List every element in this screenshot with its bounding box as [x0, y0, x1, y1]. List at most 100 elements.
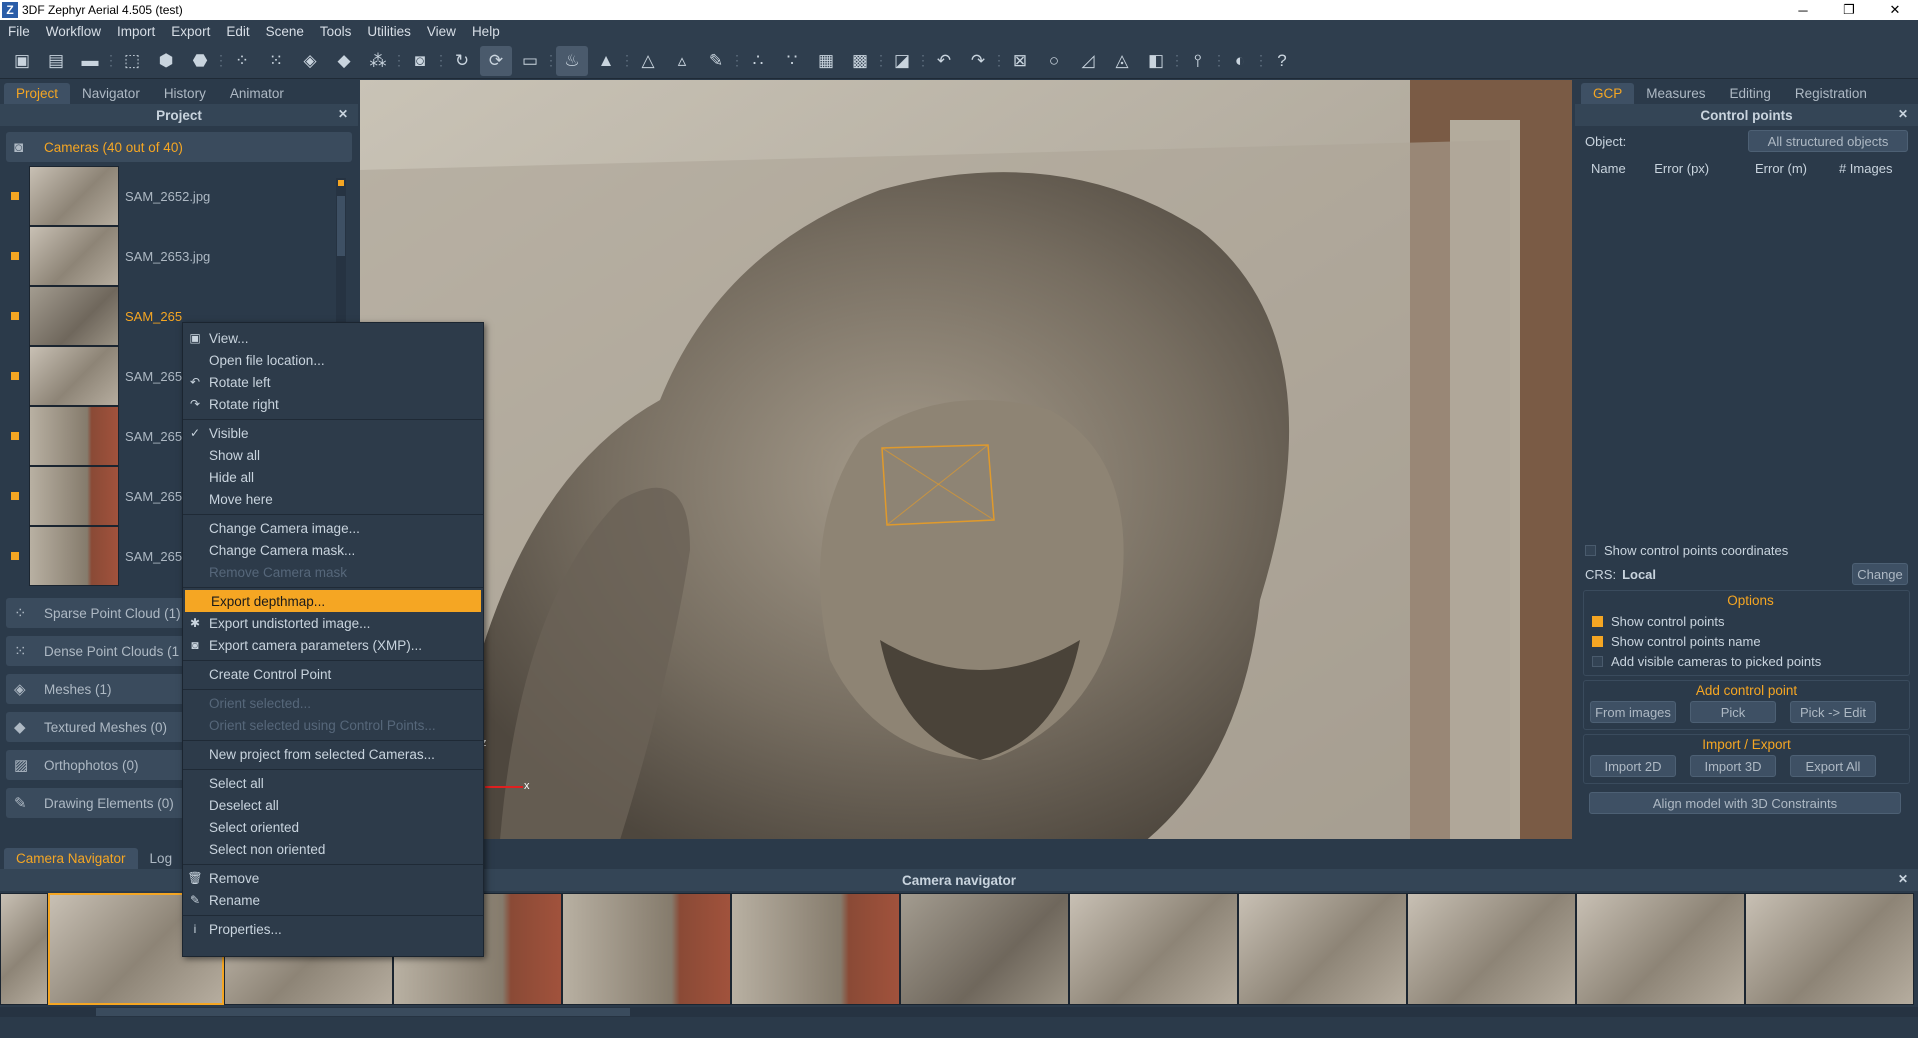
box-icon[interactable]: ▦: [810, 46, 842, 76]
tab-log[interactable]: Log: [138, 848, 185, 869]
close-icon[interactable]: ✕: [1898, 107, 1908, 121]
menu-scene[interactable]: Scene: [258, 24, 312, 39]
tab-project[interactable]: Project: [4, 83, 71, 104]
redo-icon[interactable]: ↷: [962, 46, 994, 76]
close-icon[interactable]: ✕: [1898, 872, 1908, 886]
change-crs-button[interactable]: Change: [1852, 563, 1908, 585]
filmstrip-frame[interactable]: [562, 893, 731, 1005]
measure-icon[interactable]: ◬: [1106, 46, 1138, 76]
points-icon[interactable]: ⁂: [362, 46, 394, 76]
menu-item-export-undistorted-image[interactable]: ✱ Export undistorted image...: [183, 612, 483, 634]
crop-icon[interactable]: ◪: [886, 46, 918, 76]
orbit-icon[interactable]: ↻: [446, 46, 478, 76]
menu-view[interactable]: View: [419, 24, 464, 39]
filmstrip-frame[interactable]: [731, 893, 900, 1005]
menu-utilities[interactable]: Utilities: [359, 24, 419, 39]
tab-navigator[interactable]: Navigator: [70, 83, 152, 104]
mesh-icon[interactable]: ◈: [294, 46, 326, 76]
open-icon[interactable]: ▤: [40, 46, 72, 76]
menu-item-rotate-right[interactable]: ↷ Rotate right: [183, 393, 483, 415]
show-coords-row[interactable]: Show control points coordinates: [1575, 540, 1918, 560]
dense-icon[interactable]: ⁙: [260, 46, 292, 76]
col-images[interactable]: # Images: [1839, 161, 1918, 176]
sparse-icon[interactable]: ⁘: [226, 46, 258, 76]
control-points-table-body[interactable]: [1575, 180, 1918, 540]
plane-icon[interactable]: ◿: [1072, 46, 1104, 76]
menu-item-select-non-oriented[interactable]: Select non oriented: [183, 838, 483, 860]
tab-history[interactable]: History: [152, 83, 218, 104]
circle-icon[interactable]: ○: [1038, 46, 1070, 76]
menu-item-hide-all[interactable]: Hide all: [183, 466, 483, 488]
menu-file[interactable]: File: [0, 24, 38, 39]
minimize-button[interactable]: ─: [1780, 0, 1826, 20]
camera-icon[interactable]: ◙: [404, 46, 436, 76]
import-3d-button[interactable]: Import 3D: [1690, 755, 1776, 777]
textured-icon[interactable]: ◆: [328, 46, 360, 76]
dots2-icon[interactable]: ∵: [776, 46, 808, 76]
3d-viewport[interactable]: z x: [360, 80, 1572, 839]
help-icon[interactable]: ?: [1266, 46, 1298, 76]
rotate-icon[interactable]: ⟳: [480, 45, 512, 76]
undo-icon[interactable]: ↶: [928, 46, 960, 76]
import-2d-button[interactable]: Import 2D: [1590, 755, 1676, 777]
tab-camera-navigator[interactable]: Camera Navigator: [4, 848, 138, 869]
pin-icon[interactable]: ⫯: [1182, 46, 1214, 76]
cube-solid-icon[interactable]: ⬣: [184, 46, 216, 76]
scrollbar-thumb[interactable]: [337, 196, 345, 256]
menu-item-deselect-all[interactable]: Deselect all: [183, 794, 483, 816]
dots-icon[interactable]: ∴: [742, 46, 774, 76]
export-all-button[interactable]: Export All: [1790, 755, 1876, 777]
filmstrip-frame[interactable]: [0, 893, 48, 1005]
cameras-group[interactable]: ◙ Cameras (40 out of 40): [6, 132, 352, 162]
menu-item-change-camera-image[interactable]: Change Camera image...: [183, 517, 483, 539]
menu-tools[interactable]: Tools: [312, 24, 360, 39]
menu-item-select-oriented[interactable]: Select oriented: [183, 816, 483, 838]
object-select[interactable]: All structured objects: [1748, 130, 1908, 152]
filmstrip-frame[interactable]: [1407, 893, 1576, 1005]
align-model-button[interactable]: Align model with 3D Constraints: [1589, 792, 1901, 814]
menu-item-new-project-from-selected-cameras[interactable]: New project from selected Cameras...: [183, 743, 483, 765]
option-checkbox[interactable]: [1592, 615, 1603, 627]
menu-item-rename[interactable]: ✎ Rename: [183, 889, 483, 911]
col-error-px[interactable]: Error (px): [1654, 161, 1755, 176]
mask-icon[interactable]: ◐: [1224, 46, 1256, 76]
filmstrip-frame[interactable]: [900, 893, 1069, 1005]
option-checkbox[interactable]: [1592, 655, 1603, 667]
tab-animator[interactable]: Animator: [218, 83, 296, 104]
pick-edit-button[interactable]: Pick -> Edit: [1790, 701, 1876, 723]
light-icon[interactable]: ♨: [556, 45, 588, 76]
filmstrip-frame[interactable]: [1238, 893, 1407, 1005]
menu-help[interactable]: Help: [464, 24, 508, 39]
triangle-icon[interactable]: △: [632, 46, 664, 76]
filmstrip-frame[interactable]: [1069, 893, 1238, 1005]
save-icon[interactable]: ▬: [74, 46, 106, 76]
menu-item-view[interactable]: ▣ View...: [183, 327, 483, 349]
col-name[interactable]: Name: [1591, 161, 1654, 176]
close-window-button[interactable]: ✕: [1872, 0, 1918, 20]
menu-export[interactable]: Export: [163, 24, 218, 39]
option-row[interactable]: Show control points: [1592, 611, 1909, 631]
brush-icon[interactable]: ✎: [700, 46, 732, 76]
tab-registration[interactable]: Registration: [1783, 83, 1879, 104]
cube-icon[interactable]: ⬢: [150, 46, 182, 76]
menu-item-rotate-left[interactable]: ↶ Rotate left: [183, 371, 483, 393]
from-images-button[interactable]: From images: [1590, 701, 1676, 723]
menu-item-visible[interactable]: ✓ Visible: [183, 422, 483, 444]
col-error-m[interactable]: Error (m): [1755, 161, 1839, 176]
box2-icon[interactable]: ▩: [844, 46, 876, 76]
filmstrip-frame[interactable]: [1745, 893, 1914, 1005]
menu-item-select-all[interactable]: Select all: [183, 772, 483, 794]
menu-item-export-depthmap[interactable]: Export depthmap...: [185, 590, 481, 612]
menu-item-open-file-location[interactable]: Open file location...: [183, 349, 483, 371]
close-icon[interactable]: ✕: [338, 107, 348, 121]
menu-item-change-camera-mask[interactable]: Change Camera mask...: [183, 539, 483, 561]
maximize-button[interactable]: ❐: [1826, 0, 1872, 20]
show-coords-checkbox[interactable]: [1585, 544, 1596, 556]
transform-icon[interactable]: ⊠: [1004, 46, 1036, 76]
menu-import[interactable]: Import: [109, 24, 163, 39]
tab-editing[interactable]: Editing: [1718, 83, 1783, 104]
menu-item-export-camera-parameters-xmp[interactable]: ◙ Export camera parameters (XMP)...: [183, 634, 483, 656]
menu-edit[interactable]: Edit: [218, 24, 257, 39]
cube-red-icon[interactable]: ◧: [1140, 46, 1172, 76]
image-icon[interactable]: ▭: [514, 46, 546, 76]
